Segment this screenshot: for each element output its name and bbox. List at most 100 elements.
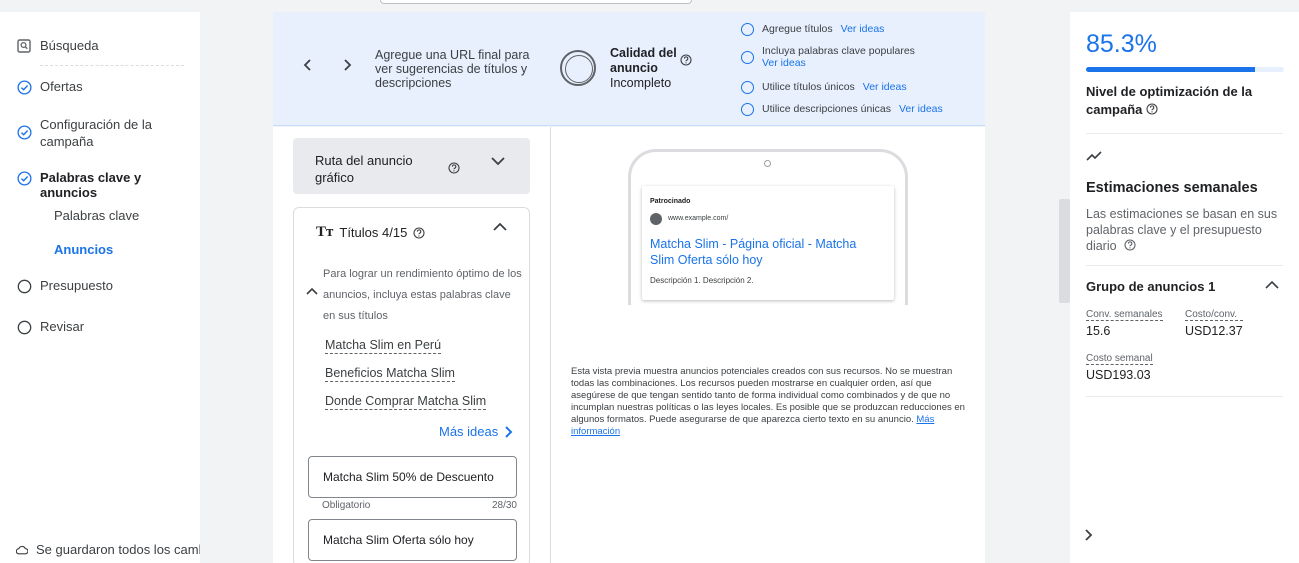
sponsored-label: Patrocinado (650, 198, 691, 205)
metric-cost-per-conversion: Costo/conv. USD12.37 (1185, 309, 1243, 338)
metric-weekly-cost: Costo semanal USD193.03 (1086, 353, 1153, 382)
check-circle-icon (16, 170, 32, 186)
char-counter: 28/30 (491, 500, 517, 511)
help-icon[interactable] (1124, 239, 1136, 251)
nav-label: Revisar (40, 319, 85, 334)
nav-label: Búsqueda (40, 38, 99, 53)
metric-label: Conv. semanales (1086, 309, 1163, 321)
nav-item-configuracion[interactable]: Configuración de la campaña (16, 116, 166, 150)
chevron-left-icon[interactable] (302, 58, 314, 72)
see-ideas-link[interactable]: Ver ideas (841, 23, 885, 35)
checklist-label: Incluya palabras clave populares (762, 45, 915, 57)
help-icon[interactable] (413, 226, 425, 239)
chevron-down-icon[interactable] (490, 156, 506, 166)
display-url: www.example.com/ (668, 215, 729, 222)
required-label: Obligatorio (322, 500, 371, 511)
ad-quality-status: Incompleto (610, 76, 672, 90)
headlines-section: Tт Títulos 4/15 Para lograr un rendimien… (293, 207, 530, 563)
optimization-bar (1086, 67, 1284, 72)
check-circle-icon (16, 79, 32, 95)
nav-item-ofertas[interactable]: Ofertas (16, 79, 83, 95)
ad-quality-title: Calidad del anuncio (610, 46, 677, 75)
ad-group-title: Grupo de anuncios 1 (1086, 279, 1216, 294)
nav-sub-palabras-clave[interactable]: Palabras clave (54, 208, 139, 223)
preview-note: Esta vista previa muestra anuncios poten… (571, 366, 965, 438)
see-ideas-link[interactable]: Ver ideas (762, 57, 915, 69)
ad-editor: Ruta del anuncio gráfico Tт Títulos 4/15 (273, 127, 551, 563)
divider (1086, 396, 1283, 397)
checklist-item: Incluya palabras clave populares Ver ide… (741, 45, 915, 69)
empty-circle-icon (16, 278, 32, 294)
nav-label: Presupuesto (40, 278, 113, 293)
ad-headline: Matcha Slim - Página oficial - Matcha Sl… (650, 237, 857, 267)
optimization-score: 85.3% (1086, 30, 1157, 58)
ad-strength-banner: Agregue una URL final para ver sugerenci… (273, 12, 985, 126)
nav-label: Ofertas (40, 79, 83, 94)
help-icon[interactable] (680, 54, 692, 66)
trending-icon (1086, 150, 1102, 162)
see-ideas-link[interactable]: Ver ideas (899, 103, 943, 115)
suggested-keyword[interactable]: Matcha Slim en Perú (325, 338, 442, 354)
checklist-label-wrap: Incluya palabras clave populares Ver ide… (762, 45, 915, 69)
scrollbar[interactable] (1059, 199, 1070, 303)
metric-label: Costo/conv. (1185, 309, 1243, 321)
nav-item-palabras-clave-anuncios[interactable]: Palabras clave y anuncios (16, 170, 200, 200)
preview-note-text: Esta vista previa muestra anuncios poten… (571, 366, 965, 425)
chevron-up-icon[interactable] (1265, 280, 1279, 289)
search-box-icon (16, 38, 32, 54)
phone-frame: Patrocinado www.example.com/ Matcha Slim… (628, 149, 908, 305)
ad-strength-ring (560, 50, 596, 86)
metric-label: Costo semanal (1086, 353, 1153, 365)
save-status-text: Se guardaron todos los cambios (36, 542, 200, 557)
suggested-keyword[interactable]: Beneficios Matcha Slim (325, 366, 455, 382)
top-search-strip[interactable] (380, 0, 692, 4)
weekly-estimates-text: Las estimaciones se basan en sus palabra… (1086, 207, 1278, 253)
checklist-item: Utilice títulos únicos Ver ideas (741, 81, 907, 94)
chevron-up-icon[interactable] (492, 222, 508, 232)
display-path-label: Ruta del anuncio gráfico (315, 153, 413, 185)
more-ideas-label: Más ideas (439, 424, 499, 439)
ad-preview: Patrocinado www.example.com/ Matcha Slim… (551, 127, 985, 563)
checklist-label: Agregue títulos (762, 23, 833, 35)
ad-preview-card: Patrocinado www.example.com/ Matcha Slim… (642, 186, 894, 300)
nav-sub-anuncios[interactable]: Anuncios (54, 242, 113, 257)
optimization-label-text: Nivel de optimización de la campaña (1086, 84, 1253, 117)
metric-weekly-conversions: Conv. semanales 15.6 (1086, 309, 1163, 338)
see-ideas-link[interactable]: Ver ideas (863, 81, 907, 93)
help-icon[interactable] (448, 162, 460, 174)
headlines-count: Títulos 4/15 (339, 225, 408, 240)
keyword-advice: Para lograr un rendimiento óptimo de los… (323, 268, 522, 322)
checklist-label: Utilice descripciones únicas (762, 103, 891, 115)
empty-circle-icon (741, 23, 754, 36)
suggested-keyword[interactable]: Donde Comprar Matcha Slim (325, 394, 487, 410)
ad-description: Descripción 1. Descripción 2. (650, 276, 754, 285)
checklist-label: Utilice títulos únicos (762, 81, 855, 93)
text-format-icon: Tт (316, 224, 334, 240)
empty-circle-icon (16, 319, 32, 335)
caret-up-icon[interactable] (306, 287, 318, 295)
display-path-section[interactable]: Ruta del anuncio gráfico (293, 138, 530, 194)
check-circle-icon (16, 124, 32, 140)
headlines-header: Tт Títulos 4/15 (316, 224, 425, 241)
help-icon[interactable] (1146, 103, 1158, 115)
nav-item-presupuesto[interactable]: Presupuesto (16, 278, 113, 294)
headline-input[interactable]: Matcha Slim 50% de Descuento (308, 456, 517, 498)
more-ideas-link[interactable]: Más ideas (439, 424, 513, 439)
metric-value: 15.6 (1086, 324, 1111, 338)
chevron-right-icon[interactable] (1084, 528, 1094, 542)
weekly-estimates-title: Estimaciones semanales (1086, 180, 1258, 196)
checklist-item: Agregue títulos Ver ideas (741, 23, 884, 36)
cloud-check-icon (16, 545, 28, 555)
nav-item-busqueda[interactable]: Búsqueda (16, 38, 99, 54)
nav-divider (40, 65, 184, 66)
globe-icon (650, 213, 662, 225)
headline-input[interactable]: Matcha Slim Oferta sólo hoy (308, 519, 517, 561)
optimization-bar-fill (1086, 67, 1255, 72)
nav-item-revisar[interactable]: Revisar (16, 319, 84, 335)
chevron-right-icon[interactable] (341, 58, 353, 72)
optimization-panel: 85.3% Nivel de optimización de la campañ… (1070, 12, 1299, 563)
metric-value: USD12.37 (1185, 324, 1243, 338)
nav-label: Palabras clave y anuncios (40, 170, 142, 200)
optimization-label: Nivel de optimización de la campaña (1086, 83, 1276, 119)
empty-circle-icon (741, 51, 754, 64)
